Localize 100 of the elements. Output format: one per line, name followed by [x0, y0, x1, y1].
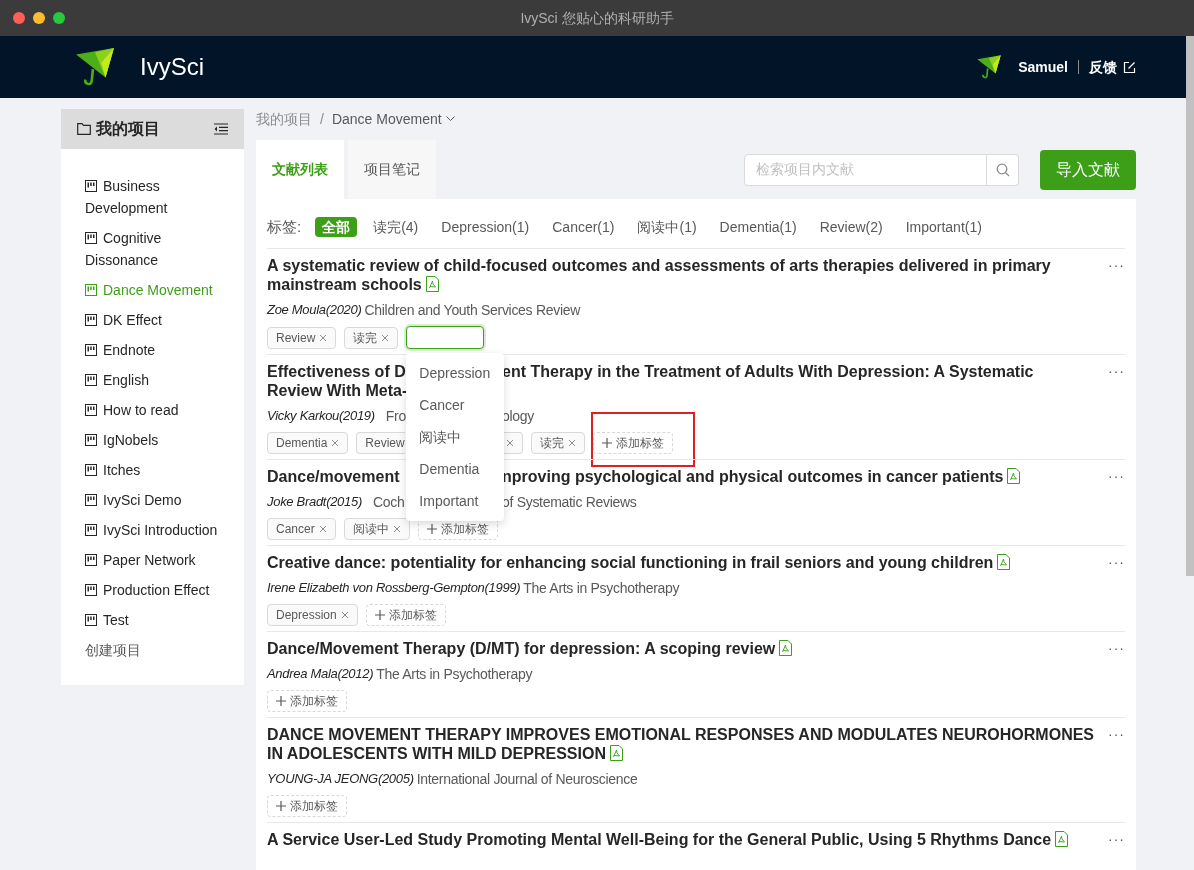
add-tag-button[interactable]: 添加标签 — [593, 432, 673, 454]
project-item[interactable]: Paper Network — [85, 549, 234, 571]
pdf-icon[interactable] — [779, 640, 793, 656]
pdf-icon[interactable] — [997, 554, 1011, 570]
article-title[interactable]: DANCE MOVEMENT THERAPY IMPROVES EMOTIONAL RESPONSES AND MODULATES NEUROHORMONES — [267, 725, 1095, 744]
more-options-icon[interactable]: ··· — [1108, 361, 1125, 382]
pdf-icon[interactable] — [1055, 831, 1069, 847]
add-tag-button[interactable]: 添加标签 — [365, 604, 446, 626]
article-title[interactable]: IN ADOLESCENTS WITH MILD DEPRESSION — [267, 744, 623, 763]
tag-chip[interactable]: Review — [267, 326, 337, 349]
project-item[interactable]: IgNobels — [85, 429, 234, 451]
chevron-down-icon[interactable] — [445, 116, 455, 122]
author-year: YOUNG-JA JEONG(2005) — [267, 770, 414, 788]
pdf-icon[interactable] — [610, 745, 623, 761]
journal-name: The Arts in Psychotherapy — [376, 665, 533, 684]
tag-chip[interactable]: Depression — [267, 604, 358, 626]
pdf-icon[interactable] — [1007, 468, 1021, 484]
tag-input-field[interactable] — [406, 326, 485, 349]
article-title[interactable]: Dance/movement — [267, 467, 400, 486]
close-icon[interactable] — [319, 333, 328, 342]
article-title[interactable]: ent Therapy in the Treatment of Adults With Depression: A Systematic — [502, 362, 1034, 381]
article-title[interactable]: Effectiveness of D — [267, 362, 406, 381]
dropdown-option[interactable]: Cancer — [406, 389, 505, 421]
sidebar-title: 我的项目 — [96, 119, 160, 139]
search-icon[interactable] — [995, 162, 1010, 177]
close-icon[interactable] — [318, 525, 327, 533]
close-icon[interactable] — [506, 439, 514, 447]
user-name[interactable]: Samuel — [1018, 56, 1068, 78]
tag-chip[interactable]: Cancer — [267, 518, 336, 540]
breadcrumb-separator: / — [320, 109, 324, 129]
tab[interactable]: 项目笔记 — [348, 140, 436, 199]
more-options-icon[interactable]: ··· — [1108, 724, 1125, 745]
author-year: Joke Bradt(2015) — [267, 493, 362, 511]
filter-tag[interactable]: Review(2) — [812, 217, 890, 237]
create-project-link[interactable]: 创建项目 — [85, 639, 234, 661]
breadcrumb-current[interactable]: Dance Movement — [331, 108, 442, 130]
filter-tag[interactable]: 阅读中(1) — [630, 217, 704, 237]
add-tag-button[interactable]: 添加标签 — [267, 690, 347, 712]
article-title[interactable]: Dance/Movement Therapy (D/MT) for depression: A scoping review — [267, 639, 793, 658]
brand-name[interactable]: IvySci — [140, 49, 204, 85]
close-icon[interactable] — [381, 333, 390, 342]
edit-icon[interactable] — [1123, 60, 1136, 74]
collapse-menu-icon[interactable] — [214, 123, 228, 135]
journal-name: Fro — [385, 407, 406, 426]
feedback-link[interactable]: 反馈 — [1089, 56, 1117, 78]
article-title[interactable]: nproving psychological and physical outcomes in cancer patients — [502, 467, 1021, 486]
tag-chip[interactable]: Dementia — [267, 432, 349, 454]
tag-chip[interactable]: Review — [356, 432, 405, 454]
project-item[interactable]: Production Effect — [85, 579, 234, 601]
pdf-icon[interactable] — [425, 276, 439, 292]
close-icon[interactable] — [331, 439, 340, 447]
close-icon[interactable] — [568, 439, 576, 447]
close-icon[interactable] — [340, 611, 349, 619]
close-window-button[interactable] — [13, 12, 25, 24]
tag-chip[interactable]: 读完 — [531, 432, 585, 454]
author-year: Irene Elizabeth von Rossberg-Gempton(1999) — [267, 579, 521, 597]
more-options-icon[interactable]: ··· — [1108, 829, 1125, 850]
more-options-icon[interactable]: ··· — [1108, 552, 1125, 573]
add-tag-button[interactable]: 添加标签 — [267, 795, 347, 817]
filter-tag[interactable]: Depression(1) — [434, 217, 537, 237]
search-field[interactable]: 检索项目内文献 — [744, 153, 987, 186]
filter-label: 标签: — [267, 216, 302, 237]
filter-tag[interactable]: Important(1) — [898, 217, 989, 237]
scrollbar-thumb[interactable] — [1186, 36, 1194, 576]
project-item[interactable]: Dance Movement — [85, 279, 234, 301]
project-item[interactable]: Cognitive Dissonance — [85, 227, 234, 271]
board-icon — [85, 374, 97, 386]
search-button[interactable] — [987, 153, 1019, 186]
more-options-icon[interactable]: ··· — [1108, 638, 1125, 659]
zoom-window-button[interactable] — [53, 12, 65, 24]
tag-chip[interactable]: 阅读中 — [343, 518, 410, 540]
project-item[interactable]: Test — [85, 609, 234, 631]
article-title[interactable]: mainstream schools — [267, 275, 439, 294]
board-icon — [85, 494, 97, 506]
close-icon[interactable] — [392, 525, 401, 533]
article-title[interactable]: A Service User-Led Study Promoting Mental Well-Being for the General Public, Using 5 Rhythms Dance — [267, 830, 1069, 849]
article-title[interactable]: Review With Meta- — [267, 381, 408, 400]
filter-tag[interactable]: Cancer(1) — [545, 217, 622, 237]
project-item[interactable]: DK Effect — [85, 309, 234, 331]
project-item[interactable]: Business Development — [85, 175, 234, 219]
filter-tag[interactable]: Dementia(1) — [712, 217, 804, 237]
dropdown-option[interactable]: Dementia — [406, 453, 505, 485]
minimize-window-button[interactable] — [33, 12, 45, 24]
filter-tag[interactable]: 读完(4) — [366, 217, 426, 237]
project-item[interactable]: IvySci Demo — [85, 489, 234, 511]
dropdown-option[interactable]: Depression — [406, 357, 505, 389]
project-item[interactable]: Itches — [85, 459, 234, 481]
dropdown-option[interactable]: 阅读中 — [406, 421, 505, 453]
project-item[interactable]: IvySci Introduction — [85, 519, 234, 541]
article-title[interactable]: Creative dance: potentiality for enhancing social functioning in frail seniors and young children — [267, 553, 1011, 572]
more-options-icon[interactable]: ··· — [1108, 255, 1125, 276]
tag-chip[interactable]: 读完 — [344, 326, 399, 349]
dropdown-option[interactable]: Important — [406, 485, 505, 517]
article-title[interactable]: A systematic review of child-focused outcomes and assessments of arts therapies delivered in primary — [267, 256, 1051, 275]
project-item[interactable]: English — [85, 369, 234, 391]
tag-chip[interactable] — [502, 432, 523, 454]
project-item[interactable]: How to read — [85, 399, 234, 421]
project-item[interactable]: Endnote — [85, 339, 234, 361]
board-icon — [85, 614, 97, 626]
more-options-icon[interactable]: ··· — [1108, 466, 1125, 487]
